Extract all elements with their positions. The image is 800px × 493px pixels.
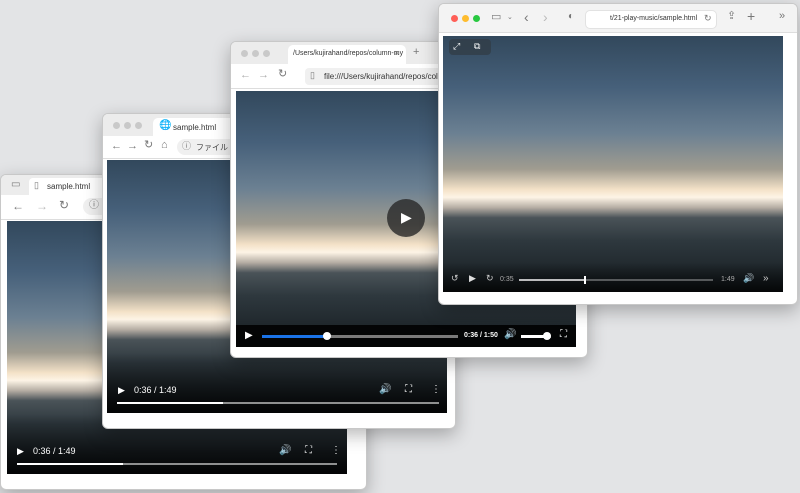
current-time: 0:35 xyxy=(500,276,514,283)
reload-icon[interactable]: ↻ xyxy=(144,140,153,151)
close-button[interactable] xyxy=(113,122,120,129)
more-options-icon[interactable]: ⋮ xyxy=(331,446,341,456)
zoom-button[interactable] xyxy=(263,50,270,57)
controls-bar xyxy=(107,353,447,413)
close-button[interactable] xyxy=(451,15,458,22)
tab-title: /Users/kujirahand/repos/column-my xyxy=(293,50,404,57)
back-icon[interactable]: ‹ xyxy=(524,10,529,24)
play-icon[interactable]: ▶ xyxy=(17,447,24,456)
document-icon: ▯ xyxy=(34,180,39,190)
fullscreen-icon[interactable]: ⛶ xyxy=(305,446,312,456)
address-text: t/21-play-music/sample.html xyxy=(610,15,698,22)
info-icon: ⓘ xyxy=(89,200,99,211)
address-bar[interactable]: t/21-play-music/sample.html ↻ xyxy=(585,10,717,29)
new-tab-icon[interactable]: + xyxy=(747,9,755,23)
progress-bar[interactable] xyxy=(262,332,458,340)
volume-slider[interactable] xyxy=(521,332,551,340)
chevron-down-icon[interactable]: ⌄ xyxy=(507,14,513,21)
forward-icon[interactable]: → xyxy=(127,141,138,152)
skip-forward-icon[interactable]: ↻ xyxy=(486,274,494,283)
back-icon[interactable]: ← xyxy=(12,200,24,212)
progress-fill xyxy=(519,279,585,281)
picture-in-picture-icon[interactable]: ⧉ xyxy=(474,42,480,51)
play-icon[interactable]: ▶ xyxy=(118,386,125,395)
forward-icon[interactable]: › xyxy=(543,10,548,24)
big-play-button[interactable]: ▶ xyxy=(387,199,425,237)
close-tab-icon[interactable]: × xyxy=(394,49,399,58)
tab[interactable]: /Users/kujirahand/repos/column-my × xyxy=(288,45,406,64)
volume-icon[interactable]: 🔊 xyxy=(379,385,391,395)
progress-fill xyxy=(117,402,224,404)
minimize-button[interactable] xyxy=(124,122,131,129)
reload-icon[interactable]: ↻ xyxy=(704,14,712,23)
new-tab-icon[interactable]: + xyxy=(413,47,419,58)
shield-icon[interactable]: ◐ xyxy=(568,12,574,22)
back-icon[interactable]: ← xyxy=(111,141,122,152)
current-time: 0:36 / 1:50 xyxy=(464,332,498,339)
reload-icon[interactable]: ↻ xyxy=(59,199,69,211)
volume-thumb[interactable] xyxy=(542,332,551,340)
sidebar-icon[interactable]: ▭ xyxy=(491,12,501,23)
document-icon: ▯ xyxy=(310,70,315,80)
progress-thumb[interactable] xyxy=(322,332,331,340)
time-display: 0:36 / 1:49 xyxy=(134,385,177,395)
progress-thumb[interactable] xyxy=(583,276,586,284)
volume-icon[interactable]: 🔊 xyxy=(743,274,754,283)
skip-back-icon[interactable]: ↺ xyxy=(451,274,459,283)
progress-fill xyxy=(262,335,327,338)
tab-overview-icon[interactable]: » xyxy=(779,11,785,22)
info-icon: ⓘ xyxy=(182,141,192,151)
tab[interactable]: ▯ sample.html xyxy=(29,178,109,195)
forward-icon[interactable]: → xyxy=(258,70,269,81)
zoom-button[interactable] xyxy=(135,122,142,129)
volume-icon[interactable]: 🔊 xyxy=(279,446,291,456)
progress-bar[interactable] xyxy=(117,402,439,404)
close-button[interactable] xyxy=(241,50,248,57)
zoom-button[interactable] xyxy=(473,15,480,22)
play-icon: ▶ xyxy=(401,209,412,225)
video-player[interactable]: ⤢ ⧉ ↺ ▶ ↻ 0:35 1:49 🔊 » xyxy=(443,36,783,292)
play-icon[interactable]: ▶ xyxy=(245,331,253,341)
progress-fill xyxy=(17,463,123,465)
globe-icon: 🌐 xyxy=(159,120,172,131)
progress-bar[interactable] xyxy=(519,276,713,284)
fullscreen-icon[interactable]: ⛶ xyxy=(560,330,567,340)
more-options-icon[interactable]: ⋮ xyxy=(431,385,441,395)
address-text: file:///Users/kujirahand/repos/colu xyxy=(324,72,443,81)
browser-window-4: ▭ ⌄ ‹ › ◐ t/21-play-music/sample.html ↻ … xyxy=(438,3,798,305)
home-icon[interactable]: ⌂ xyxy=(161,140,168,151)
time-display: 0:36 / 1:49 xyxy=(33,446,76,456)
fullscreen-icon[interactable]: ⛶ xyxy=(405,385,412,395)
share-icon[interactable]: ⇪ xyxy=(727,11,736,22)
pip-controls: ⤢ ⧉ xyxy=(449,39,491,55)
tab-title: sample.html xyxy=(47,182,91,191)
volume-icon[interactable]: 🔊 xyxy=(504,330,516,340)
remaining-time: 1:49 xyxy=(721,276,735,283)
minimize-button[interactable] xyxy=(252,50,259,57)
minimize-button[interactable] xyxy=(462,15,469,22)
reload-icon[interactable]: ↻ xyxy=(278,69,287,80)
progress-bar[interactable] xyxy=(17,463,337,465)
expand-icon[interactable]: ⤢ xyxy=(453,42,460,51)
sidebar-icon[interactable]: ▭ xyxy=(11,180,20,190)
play-icon[interactable]: ▶ xyxy=(469,274,476,283)
forward-icon[interactable]: → xyxy=(36,200,48,212)
toolbar: ▭ ⌄ ‹ › ◐ t/21-play-music/sample.html ↻ … xyxy=(439,4,797,33)
tab-title: sample.html xyxy=(173,123,217,132)
address-text: ファイル xyxy=(196,143,228,152)
more-options-icon[interactable]: » xyxy=(763,274,769,284)
back-icon[interactable]: ← xyxy=(240,70,251,81)
